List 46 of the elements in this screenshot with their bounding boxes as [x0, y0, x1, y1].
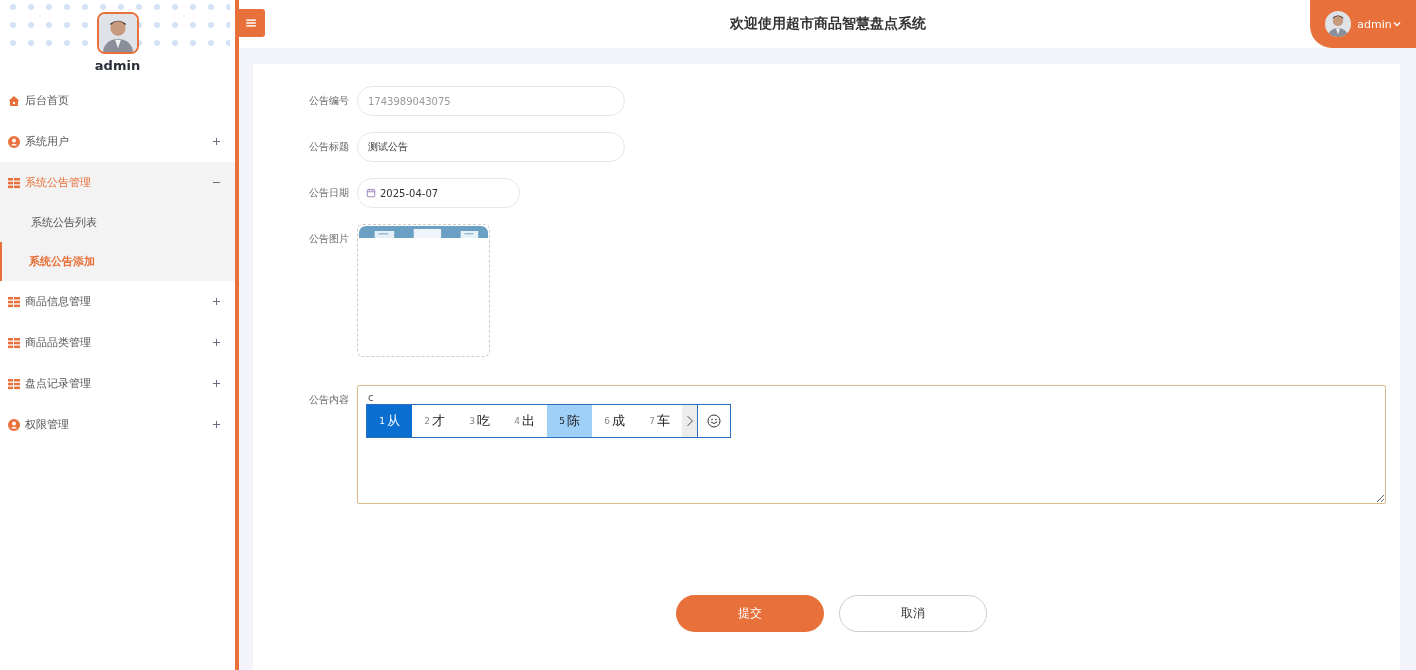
grid-icon	[8, 295, 20, 308]
plus-icon	[212, 379, 221, 388]
smiley-icon	[707, 414, 721, 428]
user-icon	[8, 135, 20, 148]
submenu-item[interactable]: 系统公告列表	[0, 203, 235, 242]
plus-icon	[212, 137, 221, 146]
house-icon	[8, 94, 20, 107]
menu-item[interactable]: 后台首页	[0, 80, 235, 121]
menu-item[interactable]: 商品品类管理	[0, 322, 235, 363]
field-label: 公告编号	[308, 94, 350, 108]
avatar	[96, 12, 139, 54]
candidate[interactable]: 6 成	[592, 405, 637, 437]
cancel-button[interactable]: 取消	[839, 595, 987, 632]
image-upload[interactable]	[357, 224, 490, 357]
calendar-icon	[366, 188, 376, 198]
grid-icon	[8, 377, 20, 390]
menu-item[interactable]: 盘点记录管理	[0, 363, 235, 404]
field-label: 公告日期	[308, 186, 350, 200]
grid-icon	[8, 336, 20, 349]
avatar	[1325, 11, 1352, 37]
field-label: 公告内容	[308, 393, 350, 407]
menu-item[interactable]: 商品信息管理	[0, 281, 235, 322]
candidate[interactable]: 3 吃	[457, 405, 502, 437]
field-label: 公告标题	[308, 140, 350, 154]
grid-icon	[8, 176, 20, 189]
menu-item[interactable]: 系统用户	[0, 121, 235, 162]
candidate[interactable]: 7 车	[637, 405, 682, 437]
user-icon	[8, 418, 20, 431]
plus-icon	[212, 338, 221, 347]
user-name: admin	[1357, 17, 1392, 31]
plus-icon	[212, 420, 221, 429]
menu-icon	[245, 17, 257, 29]
next-page-button[interactable]	[682, 405, 698, 437]
caret-icon	[1392, 20, 1401, 28]
menu-item[interactable]: 权限管理	[0, 404, 235, 445]
candidate[interactable]: 5 陈	[547, 405, 592, 437]
field-label: 公告图片	[308, 232, 350, 246]
plus-icon	[212, 297, 221, 306]
candidate[interactable]: 4 出	[502, 405, 547, 437]
candidate[interactable]: 1 从	[367, 405, 412, 437]
menu-button[interactable]	[237, 9, 265, 37]
user-name: admin	[94, 58, 141, 73]
chevron-right-icon	[685, 414, 694, 428]
page-title: 欢迎使用超市商品智慧盘点系统	[729, 15, 926, 33]
candidate[interactable]: 2 才	[412, 405, 457, 437]
input-field[interactable]: 测试公告	[357, 132, 625, 162]
